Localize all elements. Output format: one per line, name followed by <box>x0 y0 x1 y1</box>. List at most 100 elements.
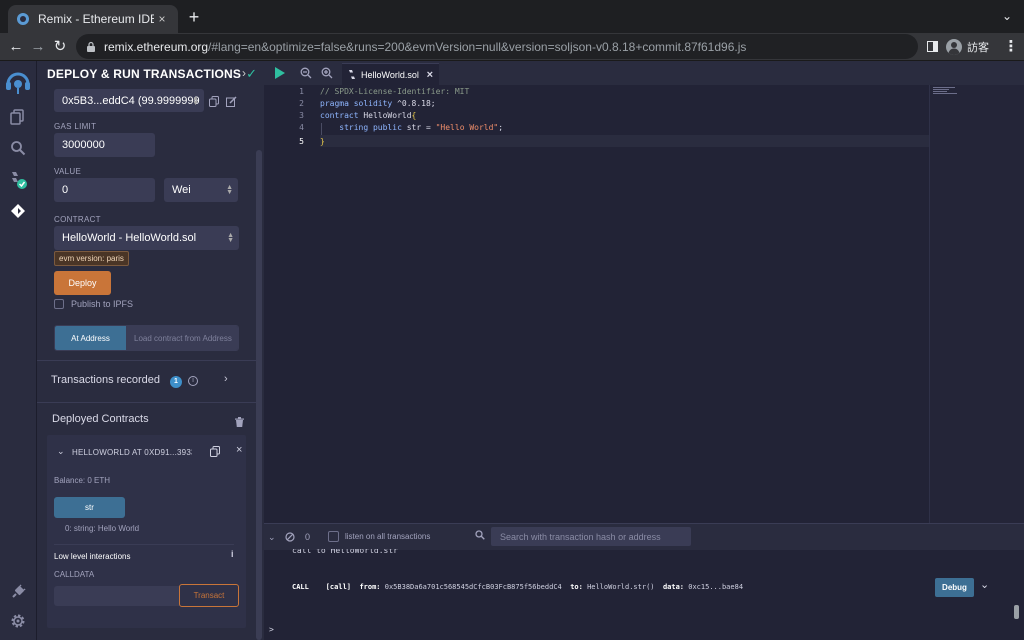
minimap[interactable] <box>929 85 1024 523</box>
forward-icon[interactable]: → <box>28 37 48 57</box>
back-icon[interactable]: ← <box>6 37 26 57</box>
value-input[interactable]: 0 <box>54 178 155 202</box>
code-line-4: string public str = "Hello World"; <box>320 123 503 132</box>
account-select[interactable]: 0x5B3...eddC4 (99.9999999 ▲ ▼ <box>54 89 204 112</box>
new-tab-icon[interactable]: + <box>184 7 204 27</box>
panel-title-text: DEPLOY & RUN TRANSACTIONS <box>47 67 242 81</box>
log-token: 0xc15...bae84 <box>688 583 744 591</box>
publish-ipfs-row[interactable]: Publish to IPFS <box>54 299 133 309</box>
sidebar-toggle-icon[interactable] <box>927 41 938 52</box>
close-icon[interactable]: × <box>427 69 433 81</box>
url-path: /#lang=en&optimize=false&runs=200&evmVer… <box>208 39 747 54</box>
browser-menu-icon[interactable]: ⋮ <box>1001 37 1021 57</box>
file-tab-name: HelloWorld.sol <box>361 69 419 80</box>
plugin-manager-icon[interactable] <box>7 581 29 603</box>
reload-icon[interactable]: ↻ <box>50 37 70 57</box>
transact-button[interactable]: Transact <box>179 584 239 607</box>
publish-ipfs-checkbox[interactable] <box>54 299 64 309</box>
code-token: contract <box>320 111 359 120</box>
divider <box>54 544 234 545</box>
copy-address-icon[interactable] <box>210 446 220 457</box>
solidity-compiler-icon[interactable] <box>7 169 29 191</box>
code-token: HelloWorld <box>358 111 412 120</box>
chevron-down-icon[interactable]: ⌄ <box>980 578 989 591</box>
code-line-3: contract HelloWorld{ <box>320 111 416 120</box>
editor-toolbar: HelloWorld.sol × <box>264 61 1024 85</box>
divider <box>37 360 257 361</box>
panel-chevron-icon[interactable]: › <box>242 66 246 80</box>
close-icon[interactable]: × <box>236 444 242 456</box>
debug-button[interactable]: Debug <box>935 578 974 597</box>
log-token: 0x5B38Da6a701c568545dCfcB03FcB875f56bedd… <box>384 583 562 591</box>
settings-gear-icon[interactable] <box>7 610 29 632</box>
screen: Remix - Ethereum IDE × + ⌄ ← → ↻ remix.e… <box>0 0 1024 640</box>
search-icon[interactable] <box>7 137 29 159</box>
address-bar[interactable]: remix.ethereum.org/#lang=en&optimize=fal… <box>76 34 918 59</box>
zoom-out-icon[interactable] <box>300 67 312 79</box>
transactions-recorded-title[interactable]: Transactions recorded <box>51 374 160 386</box>
minimap-line <box>933 87 955 88</box>
terminal-scrollbar[interactable] <box>1014 605 1019 619</box>
file-tab[interactable]: HelloWorld.sol × <box>342 63 439 85</box>
file-explorer-icon[interactable] <box>7 106 29 128</box>
edit-icon[interactable] <box>226 96 237 107</box>
browser-tab[interactable]: Remix - Ethereum IDE × <box>8 5 178 33</box>
str-button[interactable]: str <box>54 497 125 518</box>
low-level-title: Low level interactions <box>54 552 131 561</box>
select-arrows-icon: ▲ ▼ <box>192 94 199 107</box>
clear-console-icon[interactable] <box>285 532 295 542</box>
code-area[interactable]: // SPDX-License-Identifier: MIT pragma s… <box>320 85 930 523</box>
editor: HelloWorld.sol × 1 2 3 4 5 // SPDX-Licen… <box>264 61 1024 523</box>
panel-title: DEPLOY & RUN TRANSACTIONS ✓ <box>47 66 257 82</box>
instance-title[interactable]: HELLOWORLD AT 0XD91...39335 <box>72 448 192 457</box>
listen-all-checkbox[interactable] <box>328 531 339 542</box>
line-number: 5 <box>299 137 304 146</box>
calldata-input[interactable] <box>54 586 180 606</box>
tab-search-icon[interactable]: ⌄ <box>1002 9 1012 23</box>
tab-close-icon[interactable]: × <box>154 12 170 26</box>
collapse-terminal-icon[interactable]: ⌄ <box>268 532 276 543</box>
str-result: 0: string: Hello World <box>65 524 140 533</box>
minimap-line <box>933 91 947 92</box>
zoom-in-icon[interactable] <box>321 67 333 79</box>
deploy-button[interactable]: Deploy <box>54 271 111 295</box>
transactions-count-badge: 1 <box>170 376 182 388</box>
profile-button[interactable]: 訪客 <box>946 36 989 58</box>
contract-select[interactable]: HelloWorld - HelloWorld.sol ▲ ▼ <box>54 226 239 250</box>
call-log-entry[interactable]: CALL [call] from: 0x5B38Da6a701c568545dC… <box>292 583 743 591</box>
log-token: data: <box>662 583 685 591</box>
remix-logo-icon[interactable] <box>3 67 33 97</box>
code-line-5: } <box>320 137 325 146</box>
code-token: { <box>411 111 417 120</box>
value-label: VALUE <box>54 167 82 176</box>
copy-icon[interactable] <box>209 96 219 107</box>
code-token: string public <box>339 123 402 132</box>
line-number: 1 <box>299 87 304 96</box>
info-icon[interactable]: i <box>188 376 198 386</box>
profile-label: 訪客 <box>967 42 989 54</box>
info-icon[interactable]: i <box>231 549 234 559</box>
line-number: 4 <box>299 123 304 132</box>
chevron-down-icon[interactable]: ⌄ <box>57 446 65 457</box>
code-token: ; <box>498 123 504 132</box>
chevron-right-icon[interactable]: › <box>224 373 228 385</box>
trash-icon[interactable] <box>235 417 244 427</box>
value-unit-select[interactable]: Wei ▲ ▼ <box>164 178 238 202</box>
at-address-input[interactable]: Load contract from Address <box>126 326 238 350</box>
solidity-file-icon <box>349 70 355 79</box>
at-address-button[interactable]: At Address <box>55 326 126 350</box>
panel-scrollbar[interactable] <box>256 150 262 640</box>
log-token: to: <box>570 583 583 591</box>
contract-label: CONTRACT <box>54 215 101 224</box>
pending-count: 0 <box>305 532 311 542</box>
active-line-highlight <box>320 135 930 147</box>
transaction-search-input[interactable]: Search with transaction hash or address <box>491 527 691 546</box>
browser-tab-title: Remix - Ethereum IDE <box>38 12 154 26</box>
gas-limit-input[interactable]: 3000000 <box>54 133 155 157</box>
terminal-prompt[interactable]: > <box>269 625 274 634</box>
run-play-icon[interactable] <box>272 66 286 80</box>
deploy-run-icon[interactable] <box>7 200 29 222</box>
line-number: 3 <box>299 111 304 120</box>
contract-instance: ⌄ HELLOWORLD AT 0XD91...39335 × Balance:… <box>47 435 246 628</box>
browser-toolbar: ← → ↻ remix.ethereum.org/#lang=en&optimi… <box>0 33 1024 61</box>
